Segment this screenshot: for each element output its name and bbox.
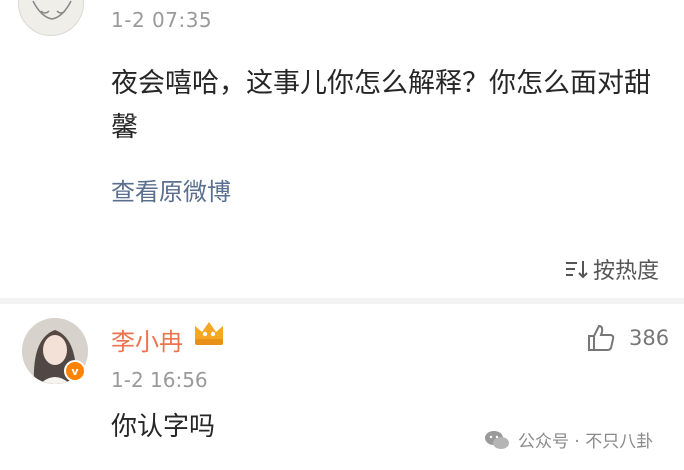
post-content: 夜会嘻哈，这事儿你怎么解释？你怎么面对甜馨 bbox=[111, 68, 651, 143]
wechat-icon bbox=[485, 430, 509, 449]
view-original-weibo-link[interactable]: 查看原微博 bbox=[111, 172, 231, 207]
commenter-name[interactable]: 李小冉 bbox=[111, 322, 183, 357]
avatar-drawing-icon bbox=[19, 0, 83, 35]
like-count: 386 bbox=[629, 326, 670, 350]
sort-label: 按热度 bbox=[593, 259, 660, 284]
vip-crown-icon bbox=[195, 322, 223, 345]
sort-by-popularity-button[interactable]: 按热度 bbox=[563, 253, 659, 285]
post-timestamp: 1-2 07:35 bbox=[111, 8, 213, 32]
like-button[interactable]: 386 bbox=[585, 322, 669, 354]
watermark-text: 公众号 · 不只八卦 bbox=[518, 432, 654, 452]
wechat-watermark: 公众号 · 不只八卦 bbox=[484, 427, 653, 452]
comment-content: 你认字吗 bbox=[111, 412, 216, 442]
sort-icon bbox=[566, 261, 588, 279]
user-avatar[interactable] bbox=[18, 0, 84, 36]
comment-timestamp: 1-2 16:56 bbox=[111, 368, 208, 392]
thumbs-up-icon bbox=[588, 324, 615, 351]
original-post: 1-2 07:35 夜会嘻哈，这事儿你怎么解释？你怎么面对甜馨 查看原微博 按热… bbox=[0, 0, 684, 298]
verified-badge: v bbox=[64, 360, 86, 382]
